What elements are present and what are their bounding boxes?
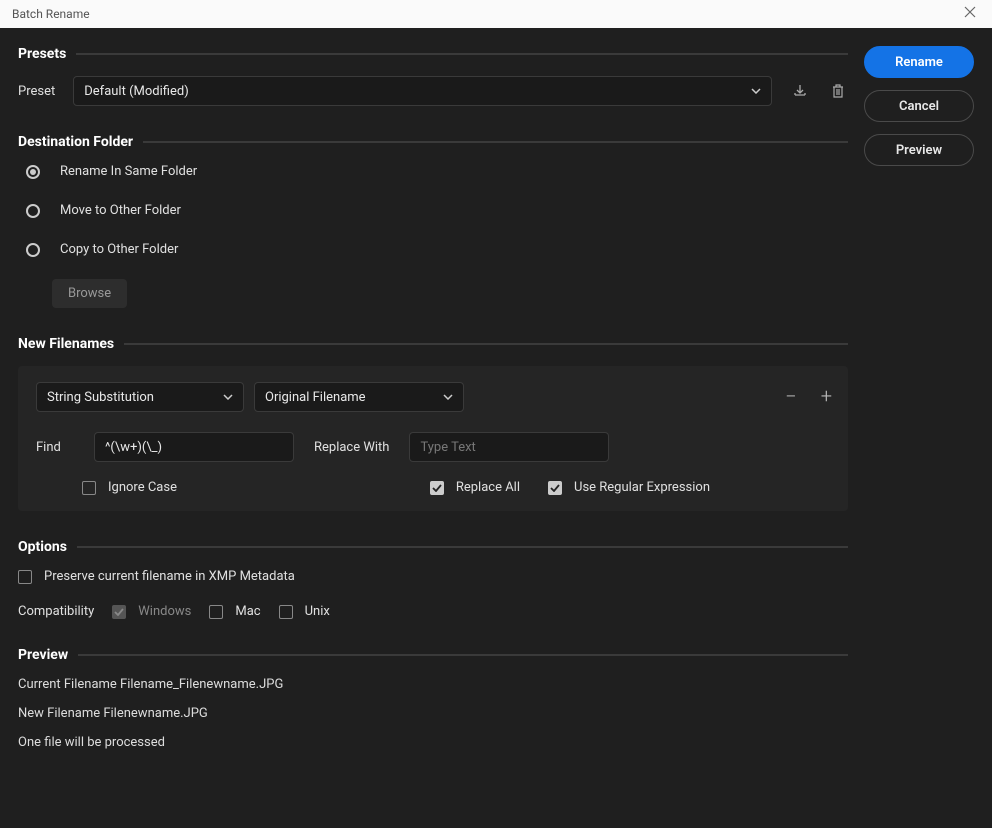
preview-new: New Filename Filenewname.JPG: [18, 706, 848, 721]
radio-icon: [26, 243, 40, 257]
rule-type-select[interactable]: String Substitution: [36, 382, 244, 412]
find-label: Find: [36, 440, 74, 455]
radio-icon: [26, 204, 40, 218]
compat-unix-checkbox[interactable]: Unix: [279, 604, 330, 619]
checkbox-label: Preserve current filename in XMP Metadat…: [44, 569, 295, 584]
close-icon[interactable]: [960, 2, 980, 26]
divider: [77, 546, 848, 548]
radio-icon: [26, 165, 40, 179]
preview-button[interactable]: Preview: [864, 134, 974, 166]
checkbox-icon: [112, 605, 126, 619]
presets-heading: Presets: [18, 46, 66, 62]
checkbox-label: Unix: [305, 604, 330, 619]
checkbox-icon: [82, 481, 96, 495]
preview-current: Current Filename Filename_Filenewname.JP…: [18, 677, 848, 692]
replace-label: Replace With: [314, 440, 389, 455]
compat-mac-checkbox[interactable]: Mac: [209, 604, 260, 619]
delete-preset-icon[interactable]: [828, 81, 848, 101]
options-heading: Options: [18, 539, 67, 555]
filenames-section: New Filenames String Substitution Origin…: [18, 336, 848, 511]
preset-value: Default (Modified): [84, 84, 188, 99]
filenames-heading: New Filenames: [18, 336, 114, 352]
checkbox-icon: [279, 605, 293, 619]
radio-label: Move to Other Folder: [60, 203, 181, 218]
radio-move-other[interactable]: Move to Other Folder: [26, 203, 848, 218]
chevron-down-icon: [223, 394, 233, 400]
replace-input[interactable]: [409, 432, 609, 462]
checkbox-icon: [548, 481, 562, 495]
preview-count: One file will be processed: [18, 735, 848, 750]
remove-rule-icon[interactable]: −: [785, 386, 796, 406]
compatibility-label: Compatibility: [18, 604, 94, 619]
source-select[interactable]: Original Filename: [254, 382, 464, 412]
compat-windows-checkbox: Windows: [112, 604, 191, 619]
divider: [143, 141, 848, 143]
preset-label: Preset: [18, 84, 55, 99]
chevron-down-icon: [443, 394, 453, 400]
replace-all-checkbox[interactable]: Replace All: [430, 480, 520, 495]
preview-section: Preview Current Filename Filename_Filene…: [18, 647, 848, 750]
filename-rule-block: String Substitution Original Filename − …: [18, 366, 848, 511]
divider: [78, 654, 848, 656]
checkbox-label: Ignore Case: [108, 480, 177, 495]
left-column: Presets Preset Default (Modified): [18, 46, 848, 764]
radio-rename-same[interactable]: Rename In Same Folder: [26, 164, 848, 179]
window-title: Batch Rename: [12, 7, 90, 21]
options-section: Options Preserve current filename in XMP…: [18, 539, 848, 619]
checkbox-label: Use Regular Expression: [574, 480, 710, 495]
browse-button[interactable]: Browse: [52, 279, 127, 308]
use-regex-checkbox[interactable]: Use Regular Expression: [548, 480, 710, 495]
action-column: Rename Cancel Preview: [864, 46, 974, 764]
presets-section: Presets Preset Default (Modified): [18, 46, 848, 106]
checkbox-label: Windows: [138, 604, 191, 619]
checkbox-label: Mac: [235, 604, 260, 619]
source-value: Original Filename: [265, 390, 366, 405]
preset-select[interactable]: Default (Modified): [73, 76, 772, 106]
cancel-button[interactable]: Cancel: [864, 90, 974, 122]
destination-section: Destination Folder Rename In Same Folder…: [18, 134, 848, 308]
preview-heading: Preview: [18, 647, 68, 663]
window-titlebar: Batch Rename: [0, 0, 992, 28]
checkbox-icon: [18, 570, 32, 584]
divider: [76, 53, 848, 55]
checkbox-icon: [209, 605, 223, 619]
save-preset-icon[interactable]: [790, 81, 810, 101]
destination-heading: Destination Folder: [18, 134, 133, 150]
radio-label: Copy to Other Folder: [60, 242, 178, 257]
checkbox-icon: [430, 481, 444, 495]
add-rule-icon[interactable]: +: [821, 386, 832, 406]
divider: [124, 343, 848, 345]
radio-label: Rename In Same Folder: [60, 164, 197, 179]
rename-button[interactable]: Rename: [864, 46, 974, 78]
radio-copy-other[interactable]: Copy to Other Folder: [26, 242, 848, 257]
find-input[interactable]: [94, 432, 294, 462]
dialog-body: Presets Preset Default (Modified): [0, 28, 992, 782]
checkbox-label: Replace All: [456, 480, 520, 495]
preserve-xmp-checkbox[interactable]: Preserve current filename in XMP Metadat…: [18, 569, 848, 584]
rule-type-value: String Substitution: [47, 390, 154, 405]
ignore-case-checkbox[interactable]: Ignore Case: [82, 480, 177, 495]
chevron-down-icon: [751, 88, 761, 94]
